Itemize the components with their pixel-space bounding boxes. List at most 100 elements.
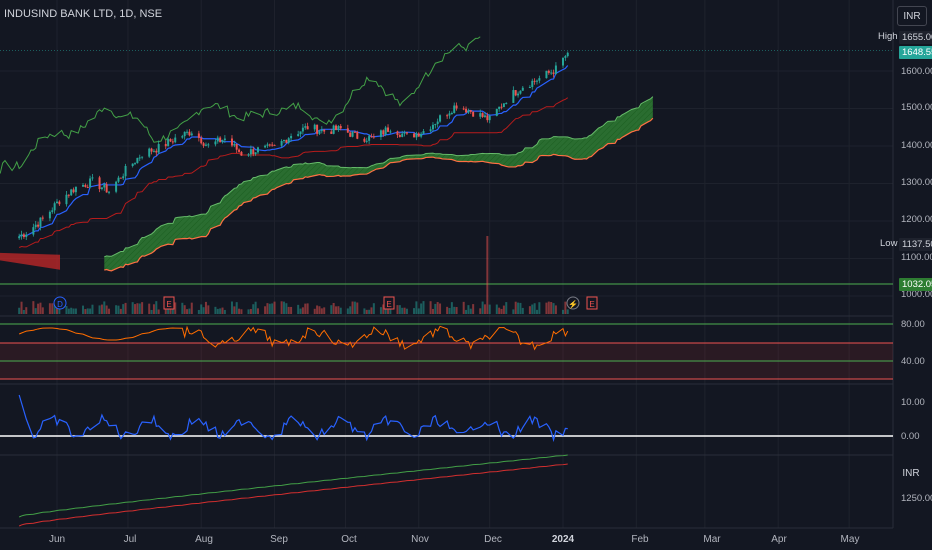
candle-body [505, 102, 508, 104]
candle-body [472, 111, 475, 117]
volume-bar [297, 304, 300, 314]
candle-body [256, 147, 259, 153]
candle-body [84, 184, 87, 187]
candle-body [134, 163, 137, 165]
volume-bar [405, 308, 408, 314]
volume-bar [48, 303, 51, 314]
volume-bar [249, 308, 252, 314]
volume-bar [323, 307, 326, 314]
candle-body [370, 136, 373, 138]
volume-bar [564, 301, 567, 314]
candle-body [436, 121, 439, 125]
volume-bar [436, 302, 439, 314]
candle-body [434, 124, 437, 126]
volume-bar [197, 309, 200, 314]
candle-body [89, 178, 92, 188]
candle-body [124, 166, 127, 177]
volume-bar [183, 305, 186, 314]
candle-body [86, 186, 89, 188]
candle-body [100, 187, 103, 190]
candle-body [138, 157, 141, 159]
candle-body [167, 139, 170, 147]
candle-body [372, 136, 375, 138]
candle-body [247, 154, 250, 156]
candle-body [164, 144, 167, 147]
candle-body [415, 133, 418, 138]
volume-bar [517, 302, 520, 314]
volume-bar [562, 309, 564, 314]
volume-bar [320, 308, 323, 314]
candle-body [514, 90, 517, 96]
volume-bar [429, 301, 432, 314]
volume-bar [528, 306, 531, 314]
lower-curve-green [18, 454, 568, 518]
candle-body [238, 149, 241, 152]
volume-bar [207, 305, 210, 314]
candle-body [313, 124, 316, 130]
volume-bar [465, 309, 468, 314]
volume-bar [74, 308, 77, 314]
volume-bar [282, 301, 285, 314]
volume-bar [240, 309, 243, 314]
volume-bar [188, 308, 191, 314]
volume-bar [119, 308, 122, 314]
candle-body [396, 131, 399, 136]
candle-body [519, 90, 522, 94]
candle-body [103, 184, 106, 188]
volume-bar [221, 307, 224, 314]
volume-bar [535, 309, 538, 314]
volume-bar [238, 308, 241, 314]
volume-bar [396, 305, 399, 314]
candle-body [517, 93, 520, 96]
volume-bar [301, 307, 304, 314]
volume-bar [398, 305, 401, 314]
volume-bar [39, 302, 42, 314]
candle-body [82, 184, 85, 187]
volume-bar [136, 303, 139, 314]
candle-body [562, 57, 564, 66]
volume-bar [37, 303, 40, 314]
volume-bar [171, 308, 174, 314]
rsi-tick: 40.00 [901, 356, 925, 367]
volume-bar [266, 303, 269, 314]
volume-bar [422, 301, 425, 314]
volume-bar [547, 301, 550, 314]
candle-body [266, 144, 269, 146]
candle-body [223, 138, 226, 141]
candle-body [48, 211, 51, 219]
volume-bar [252, 304, 255, 314]
volume-bar [545, 302, 548, 314]
candle-body [72, 189, 75, 193]
volume-bar [356, 302, 359, 314]
high-value-tag: 1655.00 [899, 31, 932, 44]
chart-title: INDUSIND BANK LTD, 1D, NSE [4, 8, 163, 20]
candle-body [346, 128, 349, 133]
volume-bar [204, 301, 207, 314]
candle-body [91, 177, 94, 179]
volume-bar [330, 305, 333, 314]
volume-bar [299, 308, 302, 314]
candle-body [550, 72, 553, 74]
candle-body [214, 141, 217, 145]
candle-body [538, 78, 541, 81]
candle-body [150, 148, 153, 152]
candle-body [301, 127, 304, 132]
volume-bar [138, 303, 141, 314]
last-price-tag: 1648.55 [899, 46, 932, 59]
volume-bar [115, 305, 118, 314]
volume-bar [313, 308, 316, 314]
volume-bar [462, 301, 465, 314]
volume-bar [505, 302, 508, 314]
volume-bar [268, 303, 271, 314]
volume-bar [32, 301, 35, 314]
volume-bar [280, 301, 283, 314]
candle-body [363, 138, 366, 142]
candle-body [216, 137, 219, 142]
price-tick: 1400.00 [901, 140, 932, 151]
volume-bar [420, 303, 423, 314]
candle-body [431, 124, 434, 130]
chart-canvas[interactable]: D E E ⚡ E [0, 0, 932, 550]
candle-body [422, 131, 425, 134]
volume-bars [18, 236, 569, 314]
currency-button[interactable]: INR [897, 6, 927, 26]
